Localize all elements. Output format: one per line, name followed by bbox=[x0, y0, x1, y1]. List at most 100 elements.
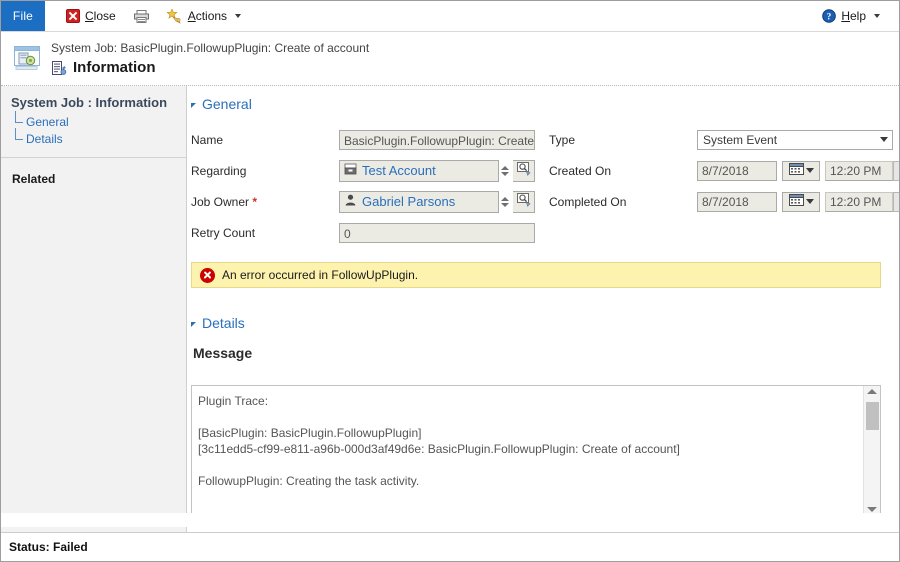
regarding-lookup[interactable]: Test Account bbox=[339, 160, 535, 182]
spinner-down-icon[interactable] bbox=[501, 203, 509, 207]
created-on-date-input[interactable]: 8/7/2018 bbox=[697, 161, 777, 181]
regarding-lookup-button[interactable] bbox=[513, 160, 535, 182]
completed-on-time-dropdown-button[interactable] bbox=[893, 192, 899, 212]
required-indicator: * bbox=[252, 195, 257, 209]
created-on-calendar-button[interactable] bbox=[782, 161, 820, 181]
job-owner-lookup-box[interactable]: Gabriel Parsons bbox=[339, 191, 499, 213]
search-icon bbox=[517, 162, 531, 179]
chevron-down-icon bbox=[806, 168, 814, 173]
account-icon bbox=[344, 163, 357, 178]
field-row-name: Name BasicPlugin.FollowupPlugin: Create … bbox=[191, 124, 537, 155]
details-section-title: Details bbox=[202, 315, 245, 331]
status-text: Status: Failed bbox=[9, 540, 88, 554]
details-section: Details Message Plugin Trace: [BasicPlug… bbox=[191, 315, 889, 513]
form-subtitle: System Job: BasicPlugin.FollowupPlugin: … bbox=[51, 40, 369, 56]
print-button[interactable] bbox=[125, 5, 158, 27]
collapse-triangle-icon bbox=[191, 322, 196, 327]
information-form-icon bbox=[51, 60, 67, 76]
completed-on-calendar-button[interactable] bbox=[782, 192, 820, 212]
form-pane: General Name BasicPlugin.FollowupPlugin:… bbox=[187, 86, 899, 513]
field-row-created-on: Created On 8/7/2018 bbox=[549, 155, 895, 186]
error-icon bbox=[200, 268, 215, 283]
completed-on-group: 8/7/2018 bbox=[697, 192, 899, 212]
nav-item-general[interactable]: General bbox=[13, 114, 186, 131]
svg-text:?: ? bbox=[827, 12, 832, 22]
general-section-header[interactable]: General bbox=[191, 96, 889, 112]
chevron-down-icon bbox=[806, 199, 814, 204]
command-bar: File Close bbox=[1, 1, 899, 32]
regarding-spinner[interactable] bbox=[499, 160, 513, 182]
actions-button[interactable]: Actions bbox=[158, 5, 250, 27]
job-owner-spinner[interactable] bbox=[499, 191, 513, 213]
actions-button-label: Actions bbox=[188, 9, 227, 23]
general-section-title: General bbox=[202, 96, 252, 112]
nav-related-header: Related bbox=[1, 158, 186, 186]
message-textarea[interactable]: Plugin Trace: [BasicPlugin: BasicPlugin.… bbox=[191, 385, 881, 513]
fields-column-left: Name BasicPlugin.FollowupPlugin: Create … bbox=[191, 124, 537, 248]
status-bar: Status: Failed bbox=[1, 532, 899, 561]
ribbon-commands: Close bbox=[45, 1, 813, 31]
scroll-down-icon[interactable] bbox=[867, 507, 877, 512]
spinner-up-icon[interactable] bbox=[501, 166, 509, 170]
job-owner-lookup-button[interactable] bbox=[513, 191, 535, 213]
nav-tree: General Details bbox=[1, 114, 186, 148]
job-owner-label-text: Job Owner bbox=[191, 195, 249, 209]
job-owner-lookup[interactable]: Gabriel Parsons bbox=[339, 191, 535, 213]
chevron-down-icon bbox=[874, 14, 880, 18]
file-tab[interactable]: File bbox=[1, 1, 45, 31]
spinner-up-icon[interactable] bbox=[501, 197, 509, 201]
help-zone: ? Help bbox=[813, 1, 899, 31]
job-owner-value: Gabriel Parsons bbox=[362, 194, 455, 209]
help-button[interactable]: ? Help bbox=[813, 5, 889, 27]
error-notification: An error occurred in FollowUpPlugin. bbox=[191, 262, 881, 288]
form-header: System Job: BasicPlugin.FollowupPlugin: … bbox=[1, 32, 899, 86]
close-button[interactable]: Close bbox=[57, 5, 125, 27]
name-input[interactable]: BasicPlugin.FollowupPlugin: Create of a bbox=[339, 130, 535, 150]
type-label: Type bbox=[549, 133, 697, 147]
calendar-icon bbox=[789, 194, 804, 209]
error-notification-text: An error occurred in FollowUpPlugin. bbox=[222, 268, 418, 282]
print-icon bbox=[134, 10, 149, 23]
calendar-icon bbox=[789, 163, 804, 178]
message-label: Message bbox=[193, 345, 889, 361]
completed-on-date-input[interactable]: 8/7/2018 bbox=[697, 192, 777, 212]
regarding-lookup-box[interactable]: Test Account bbox=[339, 160, 499, 182]
spinner-down-icon[interactable] bbox=[501, 172, 509, 176]
name-label: Name bbox=[191, 133, 339, 147]
form-header-texts: System Job: BasicPlugin.FollowupPlugin: … bbox=[51, 38, 369, 78]
completed-on-time-input[interactable]: 12:20 PM bbox=[825, 192, 893, 212]
search-icon bbox=[517, 193, 531, 210]
help-button-label: Help bbox=[841, 9, 866, 23]
close-button-label: Close bbox=[85, 9, 116, 23]
field-row-type: Type System Event bbox=[549, 124, 895, 155]
field-row-job-owner: Job Owner * Gab bbox=[191, 186, 537, 217]
actions-icon bbox=[167, 9, 183, 24]
created-on-label: Created On bbox=[549, 164, 697, 178]
system-job-icon bbox=[13, 44, 43, 72]
help-icon: ? bbox=[822, 9, 836, 23]
retry-count-input[interactable]: 0 bbox=[339, 223, 535, 243]
field-row-completed-on: Completed On 8/7/2018 bbox=[549, 186, 895, 217]
chevron-down-icon bbox=[880, 137, 888, 142]
fields-column-right: Type System Event Created On 8/7/2018 bbox=[549, 124, 895, 248]
field-row-regarding: Regarding Test Accoun bbox=[191, 155, 537, 186]
scrollbar-thumb[interactable] bbox=[866, 402, 879, 430]
job-owner-label: Job Owner * bbox=[191, 195, 339, 209]
message-scrollbar[interactable] bbox=[863, 386, 880, 513]
created-on-time-dropdown-button[interactable] bbox=[893, 161, 899, 181]
regarding-value: Test Account bbox=[362, 163, 436, 178]
type-select[interactable]: System Event bbox=[697, 130, 893, 150]
system-job-window: File Close bbox=[0, 0, 900, 562]
nav-item-details[interactable]: Details bbox=[13, 131, 186, 148]
regarding-label: Regarding bbox=[191, 164, 339, 178]
page-title: Information bbox=[73, 58, 156, 78]
message-text[interactable]: Plugin Trace: [BasicPlugin: BasicPlugin.… bbox=[192, 386, 863, 513]
created-on-group: 8/7/2018 bbox=[697, 161, 899, 181]
nav-pane-title: System Job : Information bbox=[1, 95, 186, 114]
details-section-header[interactable]: Details bbox=[191, 315, 889, 331]
nav-item-general-label: General bbox=[26, 115, 69, 129]
created-on-time-input[interactable]: 12:20 PM bbox=[825, 161, 893, 181]
navigation-pane: System Job : Information General Details… bbox=[1, 86, 187, 513]
body: System Job : Information General Details… bbox=[1, 86, 899, 513]
scroll-up-icon[interactable] bbox=[867, 389, 877, 394]
